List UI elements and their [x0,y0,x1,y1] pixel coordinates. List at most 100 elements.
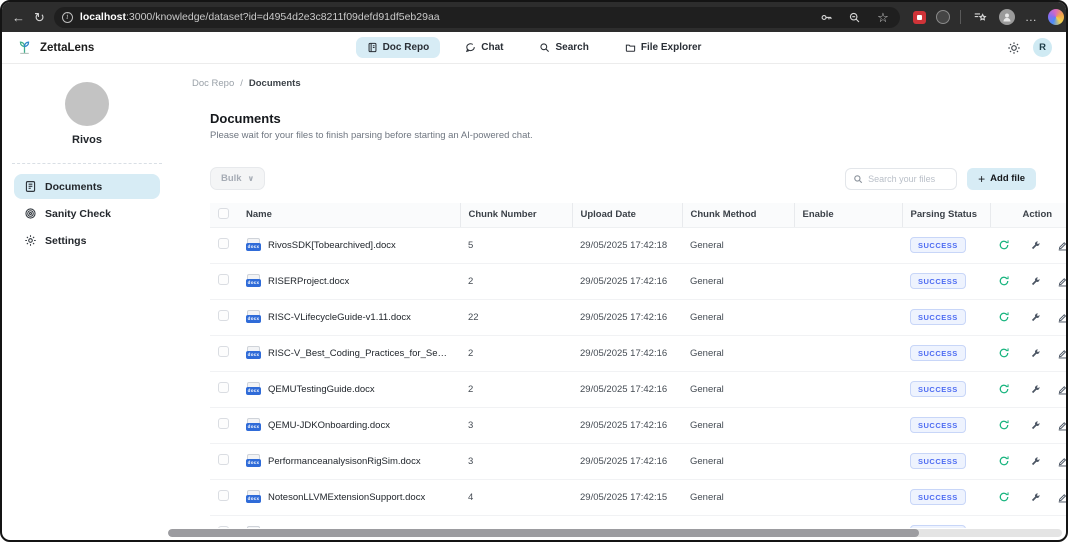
extension-icon[interactable] [936,10,950,24]
row-checkbox[interactable] [218,454,229,465]
sidebar-item-settings[interactable]: Settings [14,228,160,253]
file-name-link[interactable]: QEMU-JDKOnboarding.docx [268,420,390,431]
file-name-link[interactable]: NotesonLLVMExtensionSupport.docx [268,492,425,503]
wrench-icon[interactable] [1030,348,1041,359]
toolbar: Bulk ∨ + Add file [210,167,1036,190]
file-name-link[interactable]: PerformanceanalysisonRigSim.docx [268,456,421,467]
brand-name: ZettaLens [40,42,94,54]
table-row: docx RISC-VLifecycleGuide-v1.11.docx 22 … [210,299,1066,335]
wrench-icon[interactable] [1030,492,1041,503]
file-name-link[interactable]: RISC-V_Best_Coding_Practices_for_Sentine… [268,348,452,359]
status-badge: SUCCESS [910,381,966,397]
user-avatar[interactable]: R [1033,38,1052,57]
breadcrumb-doc-repo[interactable]: Doc Repo [192,78,234,89]
chunk-method-cell: General [682,335,794,371]
workspace-name: Rivos [2,134,172,146]
wrench-icon[interactable] [1030,528,1041,529]
search-input[interactable] [868,174,949,184]
back-icon[interactable]: ← [12,8,25,26]
refresh-icon[interactable] [998,455,1010,467]
row-checkbox[interactable] [218,526,229,528]
zoom-out-icon[interactable] [846,8,864,26]
copilot-icon[interactable] [1048,9,1064,25]
upload-date-cell [572,515,682,528]
browser-toolbar: ← ↻ i localhost:3000/knowledge/dataset?i… [2,2,1066,32]
tab-file-explorer[interactable]: File Explorer [614,37,713,58]
extension-red-icon[interactable] [913,11,926,24]
wrench-icon[interactable] [1030,420,1041,431]
browser-profile-icon[interactable] [999,9,1015,25]
sidebar: Rivos Documents Sanity Check Settings [2,64,172,542]
edit-icon[interactable] [1057,420,1066,431]
reload-icon[interactable]: ↻ [34,8,45,26]
sidebar-item-label: Sanity Check [45,208,111,220]
edit-icon[interactable] [1057,276,1066,287]
row-checkbox[interactable] [218,238,229,249]
chevron-down-icon: ∨ [248,174,255,183]
column-header-chunk-number: Chunk Number [460,203,572,227]
sidebar-item-documents[interactable]: Documents [14,174,160,199]
password-key-icon[interactable] [818,8,836,26]
upload-date-cell: 29/05/2025 17:42:16 [572,407,682,443]
refresh-icon[interactable] [998,275,1010,287]
file-name-link[interactable]: RISERProject.docx [268,276,349,287]
edit-icon[interactable] [1057,528,1066,529]
sidebar-item-sanity-check[interactable]: Sanity Check [14,201,160,226]
row-checkbox[interactable] [218,310,229,321]
edit-icon[interactable] [1057,348,1066,359]
edit-icon[interactable] [1057,240,1066,251]
wrench-icon[interactable] [1030,384,1041,395]
edit-icon[interactable] [1057,384,1066,395]
refresh-icon[interactable] [998,491,1010,503]
wrench-icon[interactable] [1030,276,1041,287]
edit-icon[interactable] [1057,456,1066,467]
chunk-number-cell [460,515,572,528]
table-row: docx RivosSDK[Tobearchived].docx 5 29/05… [210,227,1066,263]
row-checkbox[interactable] [218,418,229,429]
row-checkbox[interactable] [218,274,229,285]
doc-repo-icon [367,42,378,53]
site-info-icon[interactable]: i [62,12,73,23]
tab-search[interactable]: Search [528,37,599,58]
column-header-chunk-method: Chunk Method [682,203,794,227]
refresh-icon[interactable] [998,527,1010,528]
edit-icon[interactable] [1057,312,1066,323]
row-checkbox[interactable] [218,382,229,393]
refresh-icon[interactable] [998,383,1010,395]
row-checkbox[interactable] [218,490,229,501]
address-bar[interactable]: i localhost:3000/knowledge/dataset?id=d4… [54,7,900,28]
add-file-button[interactable]: + Add file [967,168,1036,190]
select-all-checkbox[interactable] [218,208,229,219]
row-checkbox[interactable] [218,346,229,357]
upload-date-cell: 29/05/2025 17:42:16 [572,371,682,407]
wrench-icon[interactable] [1030,456,1041,467]
scrollbar-thumb[interactable] [168,529,919,537]
theme-sun-icon[interactable] [1007,41,1021,55]
docx-file-icon: docx [246,418,261,432]
bulk-button[interactable]: Bulk ∨ [210,167,265,190]
brand-logo[interactable]: ZettaLens [16,39,216,56]
refresh-icon[interactable] [998,419,1010,431]
refresh-icon[interactable] [998,239,1010,251]
tab-chat[interactable]: Chat [454,37,514,58]
brand-logo-icon [16,39,33,56]
file-name-link[interactable]: QEMUTestingGuide.docx [268,384,375,395]
documents-table: Name Chunk Number Upload Date Chunk Meth… [210,203,1066,528]
plus-icon: + [978,172,985,186]
refresh-icon[interactable] [998,347,1010,359]
refresh-icon[interactable] [998,311,1010,323]
more-menu-icon[interactable]: … [1025,10,1038,24]
wrench-icon[interactable] [1030,240,1041,251]
gear-icon [24,234,37,247]
collections-icon[interactable] [971,8,989,26]
tab-doc-repo[interactable]: Doc Repo [356,37,441,58]
favorite-star-icon[interactable]: ☆ [874,8,892,26]
wrench-icon[interactable] [1030,312,1041,323]
tab-label: Doc Repo [383,42,430,53]
url-text[interactable]: localhost:3000/knowledge/dataset?id=d495… [80,11,811,23]
file-name-link[interactable]: RISC-VLifecycleGuide-v1.11.docx [268,312,411,323]
status-badge: SUCCESS [910,237,966,253]
edit-icon[interactable] [1057,492,1066,503]
chunk-method-cell: General [682,479,794,515]
file-name-link[interactable]: RivosSDK[Tobearchived].docx [268,240,396,251]
